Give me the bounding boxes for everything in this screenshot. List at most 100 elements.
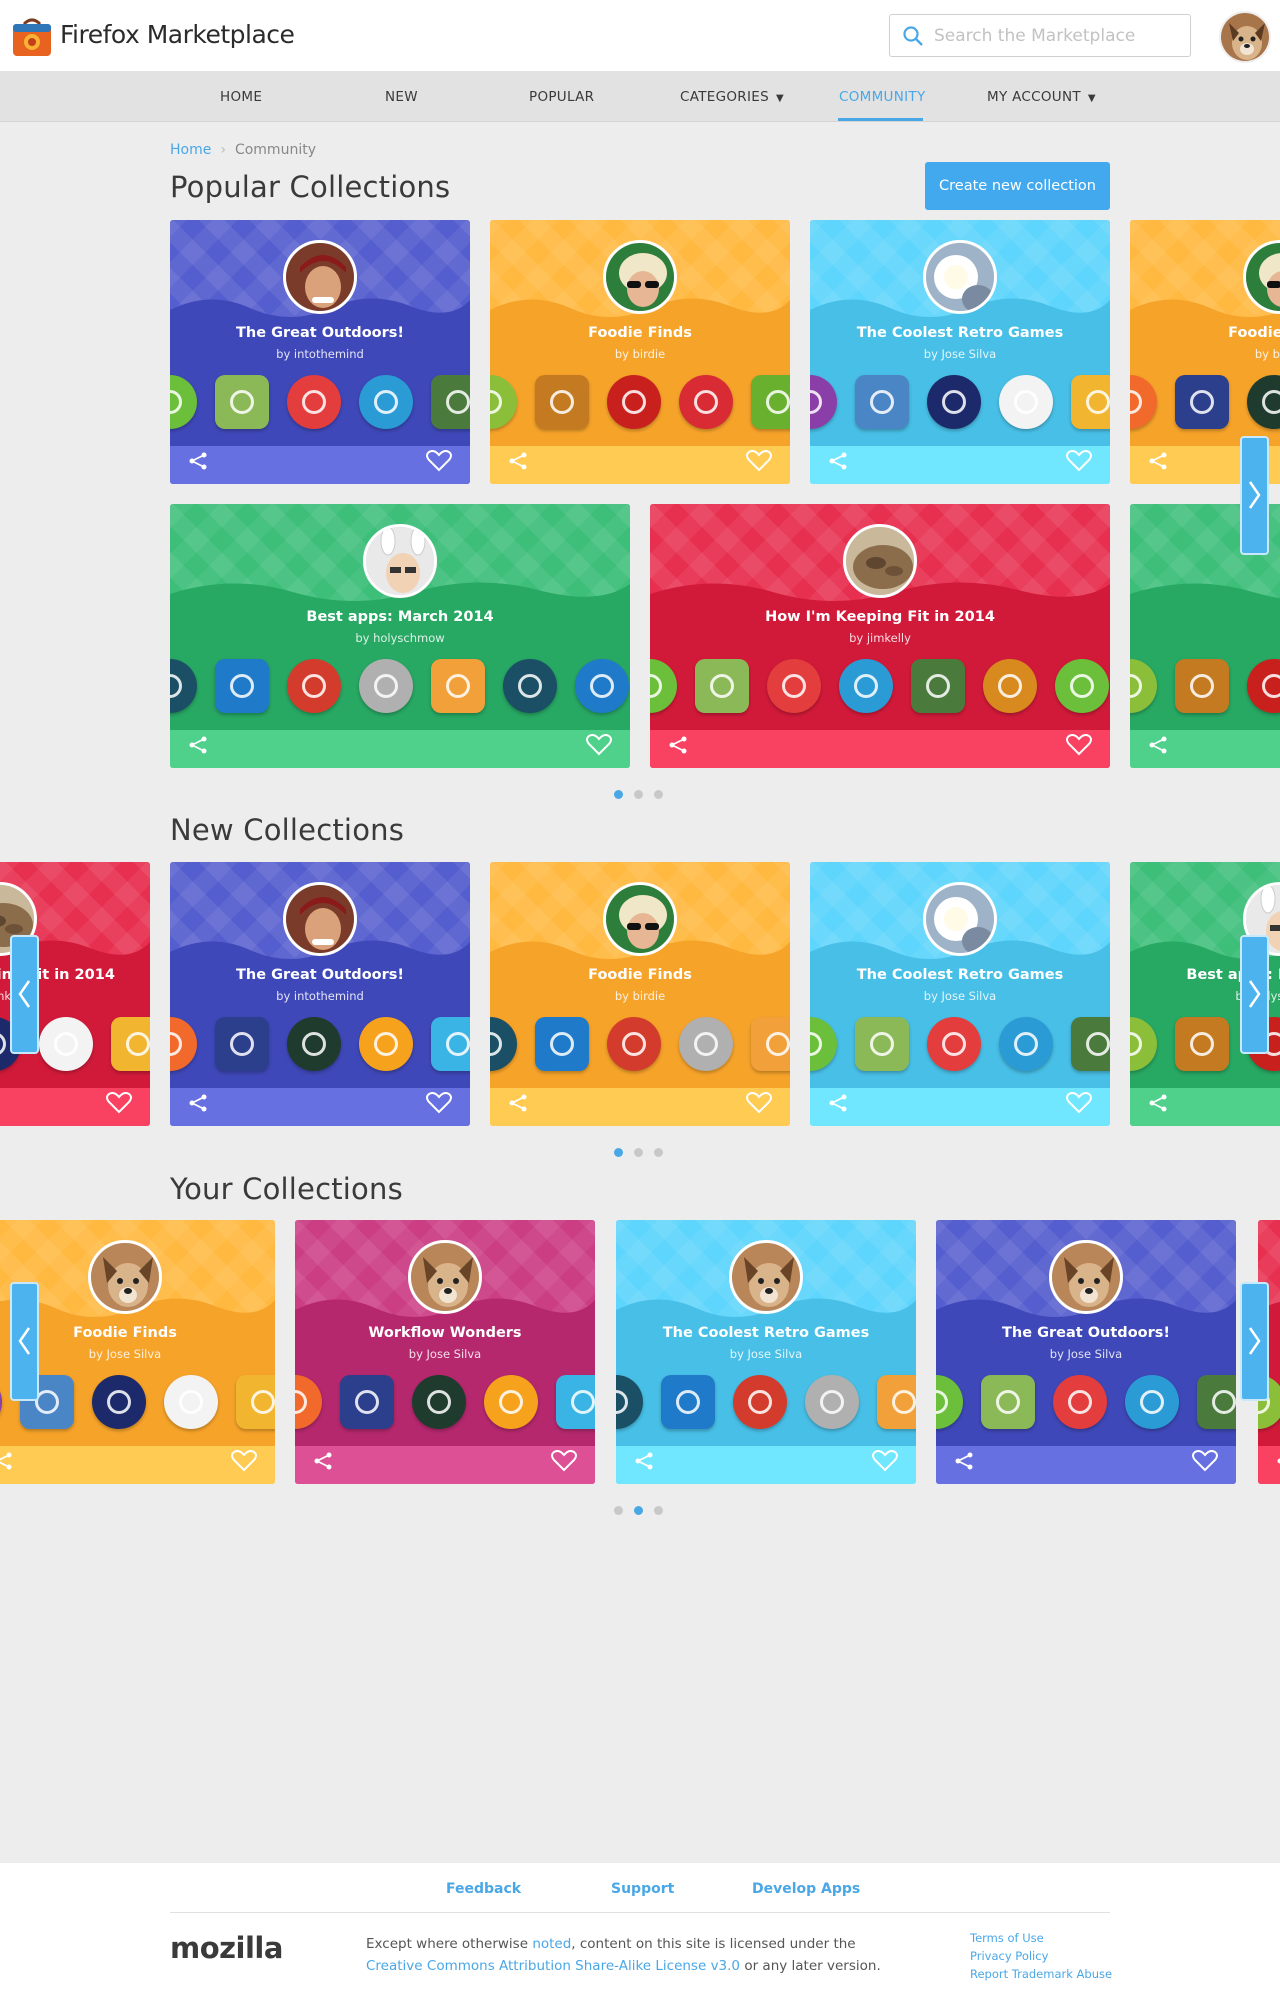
heart-icon[interactable]	[746, 1092, 772, 1118]
app-icon[interactable]	[1175, 375, 1229, 429]
collection-card[interactable]: The Great Outdoors! by Jose Silva	[936, 1220, 1236, 1484]
collection-title[interactable]: The Coolest Retro Games	[810, 967, 1110, 983]
app-icon[interactable]	[616, 1375, 643, 1429]
app-icon[interactable]	[855, 1017, 909, 1071]
nav-popular[interactable]: POPULAR	[529, 89, 594, 105]
page-dot[interactable]	[614, 1148, 623, 1157]
footer-develop-apps-link[interactable]: Develop Apps	[752, 1881, 860, 1897]
app-icon[interactable]	[1130, 375, 1157, 429]
app-icon[interactable]	[92, 1375, 146, 1429]
share-icon[interactable]	[188, 735, 208, 759]
curator-avatar[interactable]	[603, 240, 677, 314]
share-icon[interactable]	[828, 451, 848, 475]
collection-card[interactable]: Workflow Wonders by Jose Silva	[295, 1220, 595, 1484]
app-icon[interactable]	[287, 659, 341, 713]
collection-title[interactable]: The Great Outdoors!	[170, 967, 470, 983]
create-collection-button[interactable]: Create new collection	[925, 162, 1110, 210]
share-icon[interactable]	[634, 1451, 654, 1475]
collection-card[interactable]: Foodie Finds by birdie	[490, 220, 790, 484]
heart-icon[interactable]	[872, 1450, 898, 1476]
share-icon[interactable]	[668, 735, 688, 759]
app-icon[interactable]	[981, 1375, 1035, 1429]
app-icon[interactable]	[170, 375, 197, 429]
app-icon[interactable]	[490, 1017, 517, 1071]
curator-avatar[interactable]	[283, 882, 357, 956]
heart-icon[interactable]	[586, 734, 612, 760]
app-icon[interactable]	[733, 1375, 787, 1429]
breadcrumb-home[interactable]: Home	[170, 142, 211, 158]
carousel-next-arrow[interactable]	[1240, 436, 1269, 555]
app-icon[interactable]	[431, 375, 470, 429]
app-icon[interactable]	[877, 1375, 916, 1429]
collection-card[interactable]: Foodie Finds by birdie	[490, 862, 790, 1126]
collection-card[interactable]: The Coolest Retro Games by Jose Silva	[810, 220, 1110, 484]
page-dot[interactable]	[634, 1506, 643, 1515]
share-icon[interactable]	[188, 1093, 208, 1117]
app-icon[interactable]	[1130, 659, 1157, 713]
nav-community[interactable]: COMMUNITY	[839, 89, 926, 105]
app-icon[interactable]	[1071, 375, 1110, 429]
app-icon[interactable]	[1055, 659, 1109, 713]
share-icon[interactable]	[1148, 451, 1168, 475]
app-icon[interactable]	[295, 1375, 322, 1429]
app-icon[interactable]	[575, 659, 629, 713]
share-icon[interactable]	[1276, 1451, 1280, 1475]
curator-avatar[interactable]	[1049, 1240, 1123, 1314]
user-avatar[interactable]	[1219, 11, 1271, 63]
footer-feedback-link[interactable]: Feedback	[446, 1881, 521, 1897]
share-icon[interactable]	[954, 1451, 974, 1475]
collection-card[interactable]: The Great Outdoors! by intothemind	[170, 220, 470, 484]
collection-card[interactable]: Best apps: March 2014 by holyschmow	[170, 504, 630, 768]
share-icon[interactable]	[508, 1093, 528, 1117]
app-icon[interactable]	[661, 1375, 715, 1429]
app-icon[interactable]	[340, 1375, 394, 1429]
curator-avatar[interactable]	[843, 524, 917, 598]
app-icon[interactable]	[287, 375, 341, 429]
share-icon[interactable]	[0, 1451, 13, 1475]
heart-icon[interactable]	[551, 1450, 577, 1476]
app-icon[interactable]	[111, 1017, 150, 1071]
page-dot[interactable]	[654, 1506, 663, 1515]
app-icon[interactable]	[936, 1375, 963, 1429]
share-icon[interactable]	[1148, 1093, 1168, 1117]
brand-name[interactable]: Firefox Marketplace	[60, 20, 295, 49]
app-icon[interactable]	[927, 375, 981, 429]
collection-title[interactable]: The Great Outdoors!	[936, 1325, 1236, 1341]
app-icon[interactable]	[855, 375, 909, 429]
app-icon[interactable]	[39, 1017, 93, 1071]
collection-title[interactable]: The Coolest Retro Games	[616, 1325, 916, 1341]
footer-support-link[interactable]: Support	[611, 1881, 674, 1897]
carousel-prev-arrow[interactable]	[10, 935, 39, 1054]
app-icon[interactable]	[1053, 1375, 1107, 1429]
collection-card[interactable]: The Great Outdoors! by intothemind	[170, 862, 470, 1126]
app-icon[interactable]	[810, 375, 837, 429]
curator-avatar[interactable]	[363, 524, 437, 598]
share-icon[interactable]	[1148, 735, 1168, 759]
app-icon[interactable]	[490, 375, 517, 429]
search-icon[interactable]	[902, 25, 924, 51]
heart-icon[interactable]	[106, 1092, 132, 1118]
app-icon[interactable]	[215, 375, 269, 429]
curator-avatar[interactable]	[923, 240, 997, 314]
app-icon[interactable]	[170, 659, 197, 713]
app-icon[interactable]	[412, 1375, 466, 1429]
app-icon[interactable]	[556, 1375, 595, 1429]
heart-icon[interactable]	[426, 1092, 452, 1118]
terms-link[interactable]: Terms of Use	[970, 1929, 1112, 1947]
page-dot[interactable]	[614, 790, 623, 799]
app-icon[interactable]	[695, 659, 749, 713]
collection-title[interactable]: The Great Outdoors!	[170, 325, 470, 341]
app-icon[interactable]	[999, 1017, 1053, 1071]
app-icon[interactable]	[1175, 659, 1229, 713]
app-icon[interactable]	[431, 1017, 470, 1071]
app-icon[interactable]	[535, 1017, 589, 1071]
page-dot[interactable]	[634, 790, 643, 799]
page-dot[interactable]	[634, 1148, 643, 1157]
carousel-next-arrow[interactable]	[1240, 935, 1269, 1054]
app-icon[interactable]	[999, 375, 1053, 429]
mozilla-logo[interactable]: mozilla	[170, 1931, 283, 1965]
app-icon[interactable]	[535, 375, 589, 429]
heart-icon[interactable]	[1066, 450, 1092, 476]
curator-avatar[interactable]	[88, 1240, 162, 1314]
app-icon[interactable]	[810, 1017, 837, 1071]
